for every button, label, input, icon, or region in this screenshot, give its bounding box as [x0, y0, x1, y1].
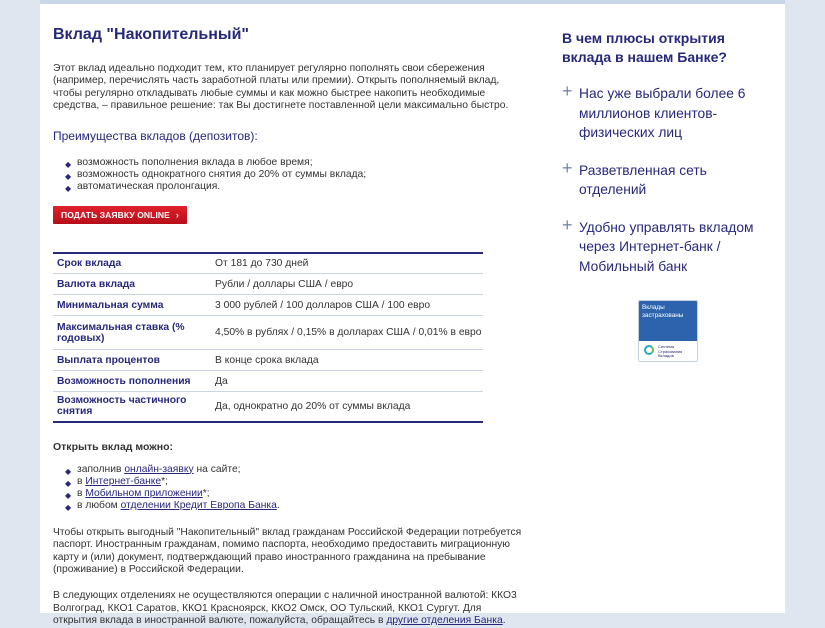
list-item: ◆ возможность пополнения вклада в любое в… — [65, 157, 528, 169]
apply-online-button[interactable]: ПОДАТЬ ЗАЯВКУ ONLINE › — [53, 205, 187, 224]
list-item: ◆ возможность однократного снятия до 20% … — [65, 169, 528, 181]
branches-link[interactable]: отделении Кредит Европа Банка — [121, 500, 277, 511]
table-row: Минимальная сумма 3 000 рублей / 100 долл… — [53, 294, 483, 317]
bullet-icon: ◆ — [65, 503, 72, 513]
chevron-right-icon: › — [175, 209, 179, 220]
plus-icon: + — [562, 214, 573, 235]
plus-icon: + — [562, 81, 573, 101]
table-row: Срок вклада От 181 до 730 дней — [53, 252, 483, 275]
intro-text: Этот вклад идеально подходит тем, кто пл… — [53, 63, 509, 112]
other-branches-link[interactable]: другие отделения Банка — [386, 615, 502, 626]
insurance-logo-icon — [644, 345, 654, 355]
table-row: Возможность частичного снятия Да, однокра… — [53, 391, 483, 423]
table-row: Выплата процентов В конце срока вклада — [53, 349, 483, 372]
internet-bank-link[interactable]: Интернет-банке — [85, 476, 161, 487]
top-divider — [40, 0, 785, 4]
table-row: Валюта вклада Рубли / доллары США / евро — [53, 273, 483, 296]
plus-icon: + — [562, 157, 573, 178]
deposit-insurance-badge: Вклады застрахованы Система Страхования … — [638, 300, 698, 362]
open-deposit-heading: Открыть вклад можно: — [53, 440, 173, 453]
benefit-item: + Разветвленная сеть отделений — [562, 157, 707, 198]
foreign-citizens-text: Чтобы открыть выгодный "Накопительный" в… — [53, 526, 522, 575]
open-ways-list: ◆ заполнив онлайн-заявку на сайте; ◆ в Инт… — [53, 464, 528, 513]
currency-branches-text: В следующих отделениях не осуществляются… — [53, 590, 517, 627]
list-item: ◆ заполнив онлайн-заявку на сайте; — [65, 464, 528, 476]
benefit-item: + Нас уже выбрали более 6 миллионов клиен… — [562, 81, 746, 140]
advantages-heading: Преимущества вкладов (депозитов): — [53, 128, 258, 143]
list-item: ◆ в любом отделении Кредит Европа Банка. — [65, 500, 528, 512]
page-title: Вклад "Накопительный" — [53, 26, 250, 43]
advantages-list: ◆ возможность пополнения вклада в любое в… — [53, 157, 528, 194]
main-column: Вклад "Накопительный" Этот вклад идеальн… — [53, 26, 528, 628]
mobile-app-link[interactable]: Мобильном приложении — [85, 488, 202, 499]
list-item: ◆ в Интернет-банке*; — [65, 476, 528, 488]
online-application-link[interactable]: онлайн-заявку — [124, 464, 193, 475]
list-item: ◆ автоматическая пролонгация. — [65, 181, 528, 193]
bullet-icon: ◆ — [65, 184, 72, 194]
sidebar-title: В чем плюсы открытия вклада в нашем Банк… — [562, 30, 727, 65]
table-row: Максимальная ставка (% годовых) 4,50% в р… — [53, 315, 483, 351]
content-page: Вклад "Накопительный" Этот вклад идеальн… — [40, 0, 785, 626]
deposit-params-table: Срок вклада От 181 до 730 дней Валюта вкл… — [53, 251, 483, 423]
table-row: Возможность пополнения Да — [53, 370, 483, 393]
benefit-item: + Удобно управлять вкладом через Интернет… — [562, 214, 754, 274]
benefits-sidebar: В чем плюсы открытия вклада в нашем Банк… — [562, 29, 772, 362]
list-item: ◆ в Мобильном приложении*; — [65, 488, 528, 500]
